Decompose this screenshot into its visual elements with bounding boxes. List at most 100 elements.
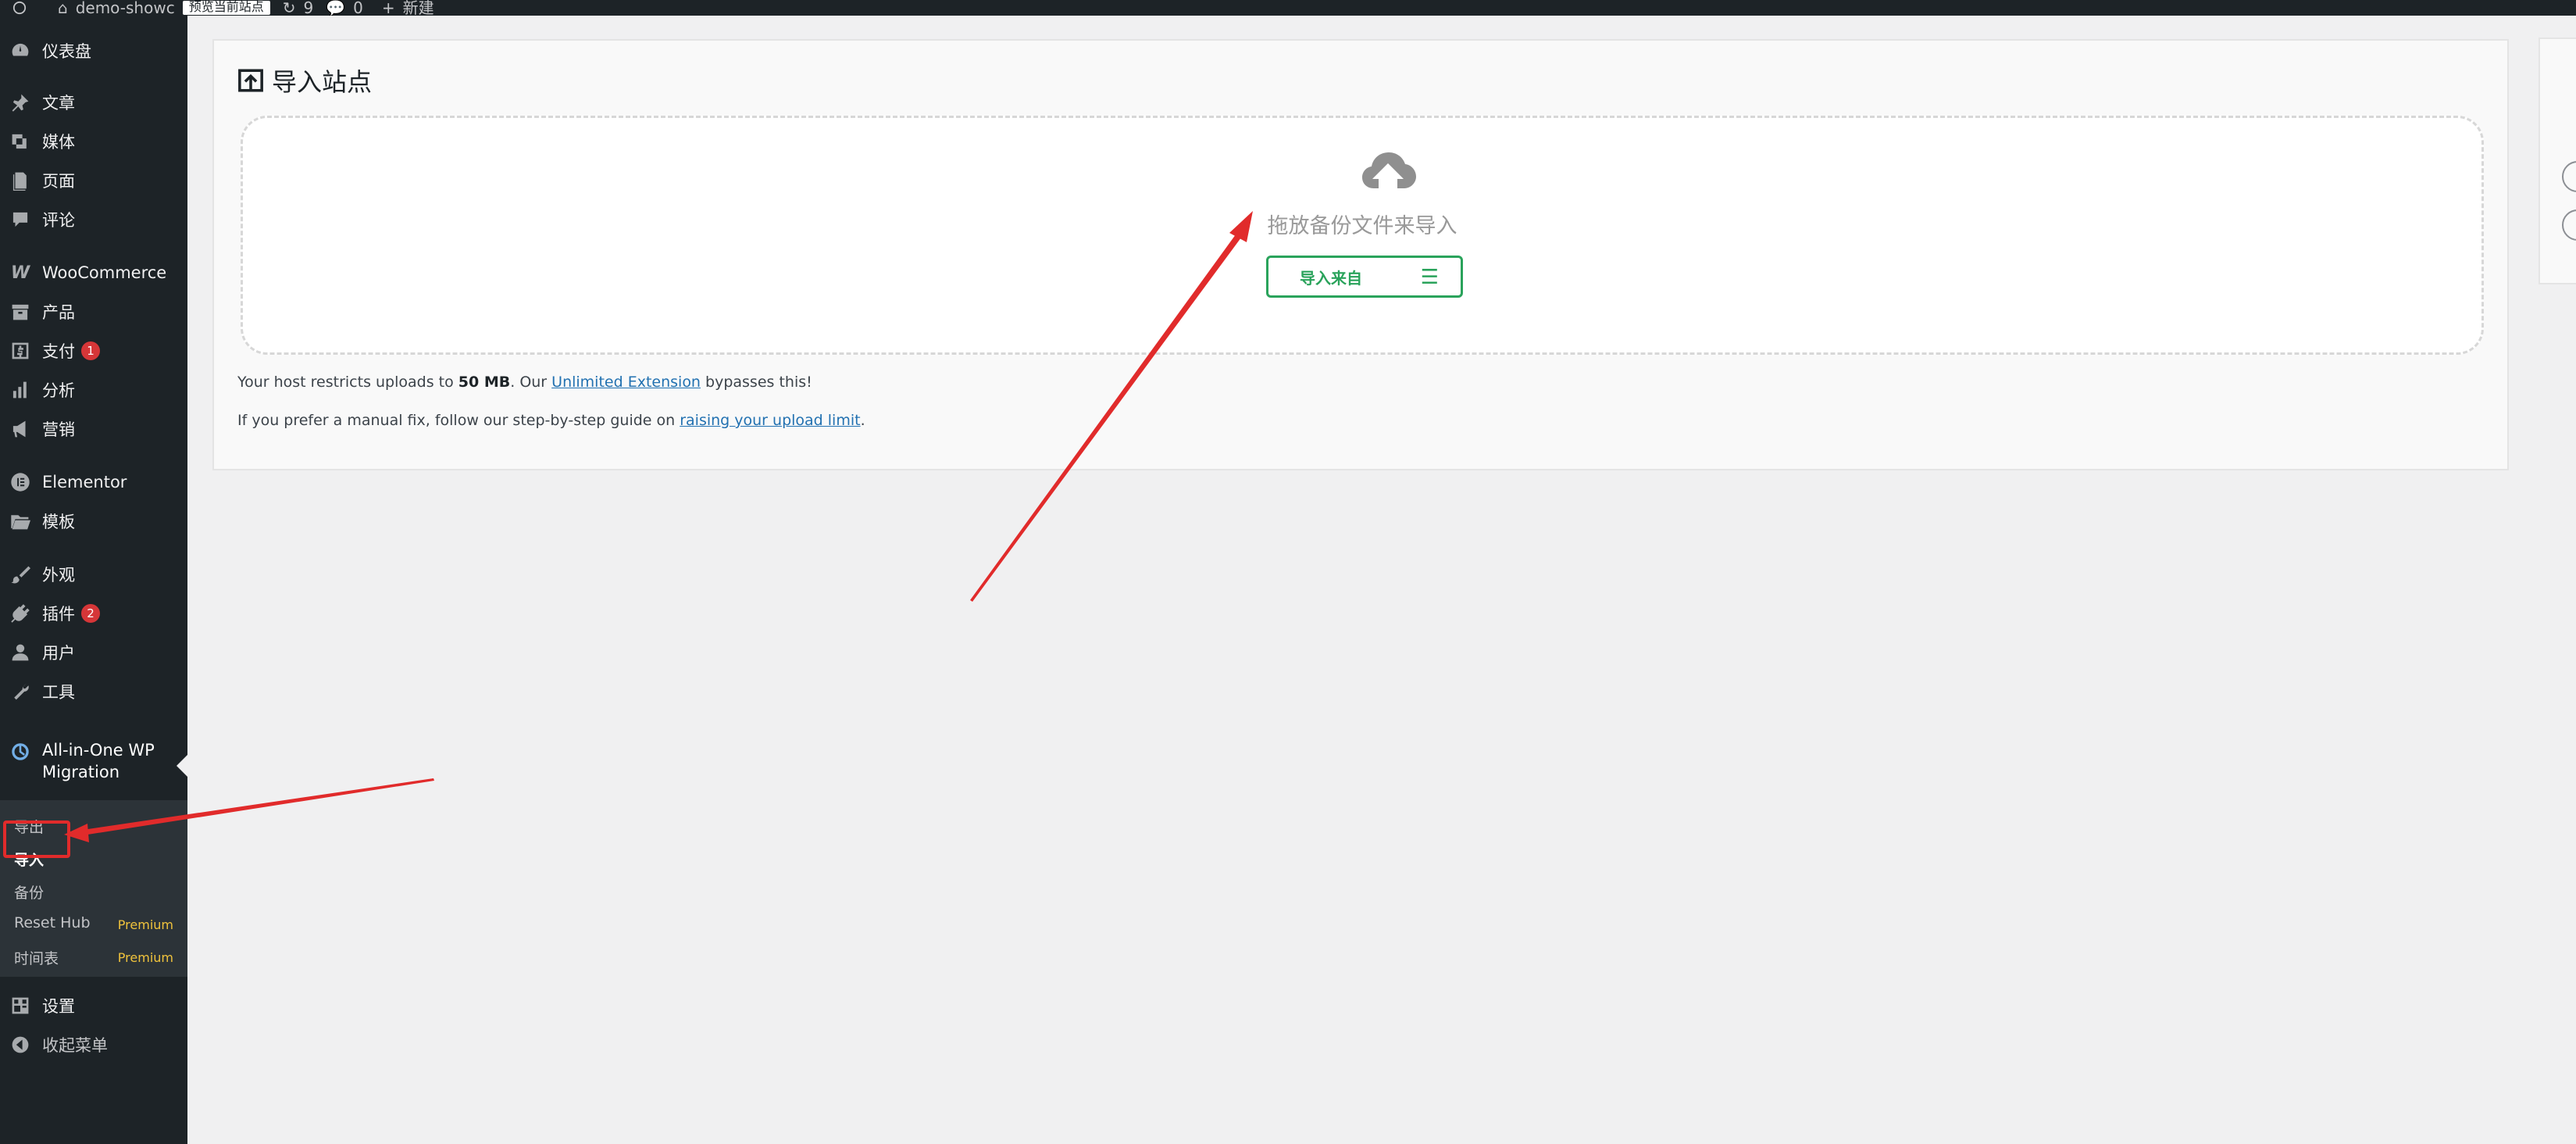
sidebar-item-label: 产品	[42, 303, 75, 322]
side-panel-fragment	[2539, 38, 2576, 284]
notice-text: If you prefer a manual fix, follow our s…	[237, 412, 680, 429]
submenu-item-schedules[interactable]: 时间表	[14, 947, 59, 968]
sidebar-item-media[interactable]: 媒体	[0, 122, 187, 161]
sidebar-item-users[interactable]: 用户	[0, 633, 187, 672]
sidebar-item-label: 外观	[42, 566, 75, 585]
elementor-icon	[9, 471, 31, 493]
media-icon	[9, 130, 31, 152]
site-name-link[interactable]: ⌂ demo-showc 预览当前站点	[58, 0, 270, 16]
drop-instruction: 拖放备份文件来导入	[1267, 214, 1457, 238]
raise-upload-limit-link[interactable]: raising your upload limit	[680, 412, 860, 429]
sidebar-item-label: 收起菜单	[42, 1036, 108, 1055]
sidebar-item-label: 支付	[42, 342, 75, 361]
drop-zone[interactable]: 拖放备份文件来导入 导入来自 ☰	[241, 116, 2484, 355]
import-panel: 导入站点 拖放备份文件来导入 导入来自 ☰ Your host restrict…	[212, 39, 2509, 470]
sidebar-item-label-line1: All-in-One WP	[42, 741, 155, 760]
collapse-icon	[9, 1034, 31, 1056]
site-name: demo-showc	[75, 0, 175, 16]
new-content-link[interactable]: + 新建	[382, 0, 434, 16]
sidebar-item-label: 媒体	[42, 133, 75, 152]
cloud-upload-icon	[1362, 152, 1416, 188]
sidebar-item-elementor[interactable]: Elementor	[0, 463, 187, 502]
sidebar-item-templates[interactable]: 模板	[0, 502, 187, 541]
import-from-label: 导入来自	[1300, 268, 1362, 288]
sidebar-item-label: 插件	[42, 605, 75, 624]
updates-count: 9	[303, 0, 314, 16]
sidebar-item-label: Elementor	[42, 473, 127, 492]
bar-chart-icon	[9, 379, 31, 401]
brush-icon	[9, 563, 31, 585]
radio-button[interactable]	[2562, 161, 2576, 192]
migration-icon	[9, 741, 31, 763]
comments-count: 0	[353, 0, 363, 16]
pin-icon	[9, 91, 31, 113]
sidebar-item-plugins[interactable]: 插件 2	[0, 594, 187, 633]
annotation-highlight-box	[3, 820, 70, 858]
menu-icon: ☰	[1420, 266, 1439, 289]
sidebar-item-payments[interactable]: 支付 1	[0, 331, 187, 370]
notice-text: bypasses this!	[700, 374, 812, 391]
sidebar-item-label: 模板	[42, 513, 75, 531]
sidebar-item-label-line2: Migration	[42, 763, 120, 781]
comment-icon	[9, 209, 31, 231]
sidebar-item-label: All-in-One WP Migration	[42, 739, 155, 783]
sidebar-item-settings[interactable]: 设置	[0, 986, 187, 1025]
comments-link[interactable]: 💬 0	[326, 0, 363, 16]
admin-bar: ⌂ demo-showc 预览当前站点 ↻ 9 💬 0 + 新建	[0, 0, 2576, 16]
settings-icon	[9, 995, 31, 1017]
notice-text: .	[860, 412, 865, 429]
notification-badge: 1	[81, 341, 100, 360]
sidebar-item-tools[interactable]: 工具	[0, 672, 187, 711]
megaphone-icon	[9, 418, 31, 440]
admin-sidebar: 仪表盘 文章 媒体 页面 评论 W WooCommerce 产品 支付 1 分析…	[0, 16, 187, 1144]
unlimited-extension-link[interactable]: Unlimited Extension	[551, 374, 701, 391]
sidebar-item-comments[interactable]: 评论	[0, 200, 187, 239]
sidebar-item-analytics[interactable]: 分析	[0, 370, 187, 409]
notice-text: Your host restricts uploads to	[237, 374, 458, 391]
sidebar-item-label: 仪表盘	[42, 42, 91, 61]
sidebar-item-label: WooCommerce	[42, 263, 167, 282]
plugin-icon	[9, 602, 31, 624]
sidebar-item-marketing[interactable]: 营销	[0, 409, 187, 449]
preview-site-badge[interactable]: 预览当前站点	[182, 1, 270, 15]
sidebar-item-products[interactable]: 产品	[0, 292, 187, 331]
notification-badge: 2	[81, 604, 100, 623]
new-label: 新建	[402, 0, 434, 16]
sidebar-item-label: 营销	[42, 420, 75, 439]
upload-limit-size: 50 MB	[458, 374, 511, 391]
wrench-icon	[9, 681, 31, 702]
home-icon: ⌂	[58, 0, 68, 16]
comment-icon: 💬	[326, 0, 346, 16]
upload-limit-notice: Your host restricts uploads to 50 MB. Ou…	[237, 374, 812, 391]
sidebar-item-label: 文章	[42, 94, 75, 113]
page-icon	[9, 170, 31, 191]
sidebar-item-woocommerce[interactable]: W WooCommerce	[0, 253, 187, 292]
dashboard-icon	[9, 40, 31, 62]
sidebar-item-pages[interactable]: 页面	[0, 161, 187, 200]
active-pointer	[177, 755, 187, 777]
sidebar-item-collapse-menu[interactable]: 收起菜单	[0, 1025, 187, 1064]
submenu-item-backups[interactable]: 备份	[14, 881, 44, 903]
radio-button[interactable]	[2562, 209, 2576, 241]
updates-link[interactable]: ↻ 9	[283, 0, 314, 16]
archive-icon	[9, 301, 31, 323]
sidebar-item-all-in-one-wp-migration[interactable]: All-in-One WP Migration	[0, 725, 187, 800]
sidebar-item-dashboard[interactable]: 仪表盘	[0, 31, 187, 70]
sidebar-item-label: 分析	[42, 381, 75, 400]
notice-text: . Our	[510, 374, 552, 391]
premium-tag: Premium	[117, 917, 173, 932]
submenu-item-reset-hub[interactable]: Reset Hub	[14, 914, 91, 931]
page-title: 导入站点	[237, 63, 372, 98]
sidebar-item-posts[interactable]: 文章	[0, 83, 187, 122]
woocommerce-icon: W	[10, 263, 30, 283]
user-icon	[9, 642, 31, 663]
premium-tag: Premium	[117, 950, 173, 965]
plus-icon: +	[381, 0, 395, 16]
sidebar-item-label: 设置	[42, 997, 75, 1016]
sidebar-item-appearance[interactable]: 外观	[0, 555, 187, 594]
sidebar-item-label: 页面	[42, 172, 75, 191]
sidebar-item-label: 工具	[42, 683, 75, 702]
refresh-icon: ↻	[282, 0, 296, 16]
import-from-button[interactable]: 导入来自 ☰	[1266, 256, 1463, 298]
wordpress-logo-icon[interactable]	[12, 0, 27, 16]
